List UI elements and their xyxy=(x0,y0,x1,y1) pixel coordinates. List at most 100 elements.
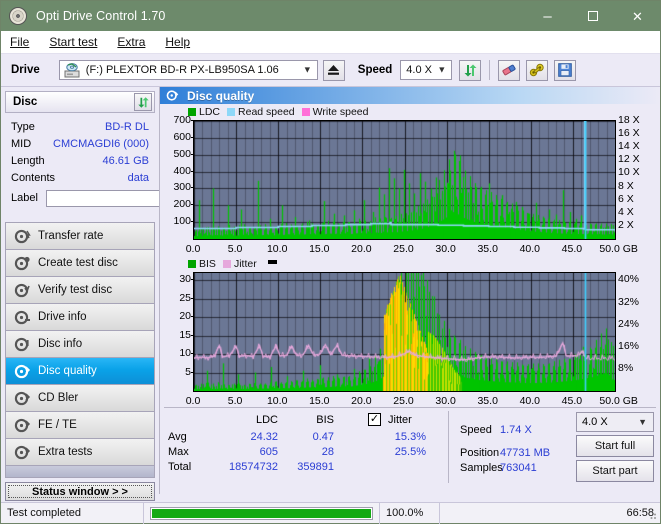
tools-button[interactable] xyxy=(526,59,549,81)
speed-select[interactable]: 4.0 X ▼ xyxy=(400,60,453,80)
stats-top-divider xyxy=(164,407,656,408)
sidebar-item-verify-test-disc[interactable]: Verify test disc xyxy=(6,277,154,304)
x-tick-label: 5.0 xyxy=(227,243,243,255)
menu-help[interactable]: Help xyxy=(165,35,190,49)
status-window-button[interactable]: Status window > > xyxy=(5,482,155,501)
eject-icon xyxy=(328,65,340,75)
nav-list: Transfer rate Create test disc Verify te… xyxy=(5,222,155,466)
menu-start-test[interactable]: Start test xyxy=(49,35,97,49)
y2-tick-label: 4 X xyxy=(618,205,634,218)
stats-samples-value: 763041 xyxy=(500,462,537,474)
disc-label-label: Label xyxy=(11,192,38,204)
stats-avg-jitter: 15.3% xyxy=(394,431,426,443)
disc-quality-icon xyxy=(14,363,31,380)
sidebar-item-create-test-disc[interactable]: Create test disc xyxy=(6,250,154,277)
sidebar-item-transfer-rate[interactable]: Transfer rate xyxy=(6,223,154,250)
speed-label: Speed xyxy=(357,64,393,76)
stats-total-bis: 359891 xyxy=(297,461,334,473)
disc-contents-label: Contents xyxy=(11,171,56,184)
x-tick-label: 30.0 xyxy=(435,243,456,255)
y2-tick-label: 14 X xyxy=(618,140,640,153)
disc-refresh-button[interactable] xyxy=(134,93,152,111)
y-tick-mark xyxy=(191,353,194,355)
chart1-canvas xyxy=(194,121,615,239)
drive-select[interactable]: (F:) PLEXTOR BD-R PX-LB950SA 1.06 ▼ xyxy=(58,60,318,80)
x-tick-label: 25.0 xyxy=(393,395,414,407)
erase-button[interactable] xyxy=(498,59,521,81)
x-tick-label: 10.0 xyxy=(266,243,288,255)
x-tick-label: 5.0 xyxy=(227,395,243,407)
elapsed-time: 66:58 xyxy=(626,507,654,519)
legend-write-speed: Write speed xyxy=(301,106,369,118)
stats-max-jitter: 25.5% xyxy=(394,446,426,458)
progress-percent: 100.0% xyxy=(380,502,440,524)
stats-avg-bis: 0.47 xyxy=(312,431,334,443)
disc-row-mid: MID CMCMAGDI6 (000) xyxy=(11,135,149,152)
resize-grip-icon[interactable] xyxy=(646,509,658,521)
y-tick-mark xyxy=(191,187,194,189)
start-part-label: Start part xyxy=(592,465,638,477)
disc-create-icon xyxy=(14,255,31,272)
sidebar-item-fe-te[interactable]: FE / TE xyxy=(6,412,154,439)
legend-swatch-bis xyxy=(188,260,196,268)
x-tick-label: 40.0 xyxy=(519,395,541,407)
menu-bar: File Start test Extra Help xyxy=(1,31,660,54)
status-message: Test completed xyxy=(1,502,144,524)
minimize-icon: – xyxy=(543,7,552,25)
left-sidebar: Disc Type BD-R DL MID CMCMAGDI6 (000) Le… xyxy=(1,87,249,501)
chart-bis-jitter: 5 10 15 20 25 30 8% 16% 24% 32% 40% 0.0 5.0 10.0 15.… xyxy=(160,270,660,410)
drive-icon xyxy=(64,63,80,78)
save-button[interactable] xyxy=(554,59,577,81)
menu-extra-label: Extra xyxy=(117,35,146,49)
minimize-button[interactable]: – xyxy=(525,1,570,31)
chart1-legend: LDC Read speed Write speed xyxy=(160,106,660,118)
maximize-button[interactable] xyxy=(570,1,615,31)
drive-label: Drive xyxy=(11,64,40,76)
y-tick-label: 10 xyxy=(179,347,191,360)
sidebar-item-disc-quality[interactable]: Disc quality xyxy=(6,358,154,385)
close-button[interactable]: ✕ xyxy=(615,1,660,31)
y-tick-label: 100 xyxy=(173,215,191,228)
menu-file-label: File xyxy=(10,35,30,49)
y-tick-label: 300 xyxy=(173,181,191,194)
menu-extra[interactable]: Extra xyxy=(117,35,145,49)
sidebar-item-extra-tests[interactable]: Extra tests xyxy=(6,439,154,466)
y2-tick-label: 12 X xyxy=(618,153,640,166)
sidebar-item-drive-info[interactable]: Drive info xyxy=(6,304,154,331)
legend-label-bis: BIS xyxy=(199,258,216,270)
jitter-checkbox[interactable]: ✓ xyxy=(368,413,381,426)
start-full-button[interactable]: Start full xyxy=(576,435,654,457)
disc-type-value: BD-R DL xyxy=(104,120,149,133)
refresh-button[interactable] xyxy=(459,59,482,81)
legend-label-read-speed: Read speed xyxy=(238,106,295,118)
chevron-down-icon: ▼ xyxy=(302,64,312,75)
test-speed-select[interactable]: 4.0 X ▼ xyxy=(576,412,654,432)
start-part-button[interactable]: Start part xyxy=(576,460,654,482)
x-tick-label: 35.0 xyxy=(477,395,498,407)
sidebar-item-label: Disc info xyxy=(38,338,83,350)
stats-header-ldc: LDC xyxy=(255,414,278,426)
window-controls: – ✕ xyxy=(525,1,660,31)
menu-file[interactable]: File xyxy=(10,35,29,49)
app-disc-icon xyxy=(9,7,27,25)
y2-tick-label: 16% xyxy=(618,339,640,352)
x-tick-label: 35.0 xyxy=(477,243,498,255)
y-tick-mark xyxy=(191,279,194,281)
disc-row-length: Length 46.61 GB xyxy=(11,152,149,169)
y2-tick-label: 6 X xyxy=(618,192,634,205)
y-tick-label: 700 xyxy=(173,114,191,126)
y-tick-mark xyxy=(191,204,194,206)
legend-label-ldc: LDC xyxy=(199,106,221,118)
stats-vertical-divider xyxy=(448,411,449,483)
progress-cell xyxy=(144,502,380,524)
disc-info-panel: Type BD-R DL MID CMCMAGDI6 (000) Length … xyxy=(5,115,249,213)
sidebar-item-disc-info[interactable]: Disc info xyxy=(6,331,154,358)
eject-button[interactable] xyxy=(322,59,345,81)
app-window: Opti Drive Control 1.70 – ✕ File Start t… xyxy=(0,0,661,524)
disc-mid-value[interactable]: CMCMAGDI6 (000) xyxy=(53,138,149,150)
sidebar-item-label: CD Bler xyxy=(38,392,79,404)
panel-title: Disc quality xyxy=(187,88,255,103)
sidebar-item-cd-bler[interactable]: CD Bler xyxy=(6,385,154,412)
disc-info-icon xyxy=(14,336,31,353)
x-tick-label: 50.0 GB xyxy=(599,243,638,255)
